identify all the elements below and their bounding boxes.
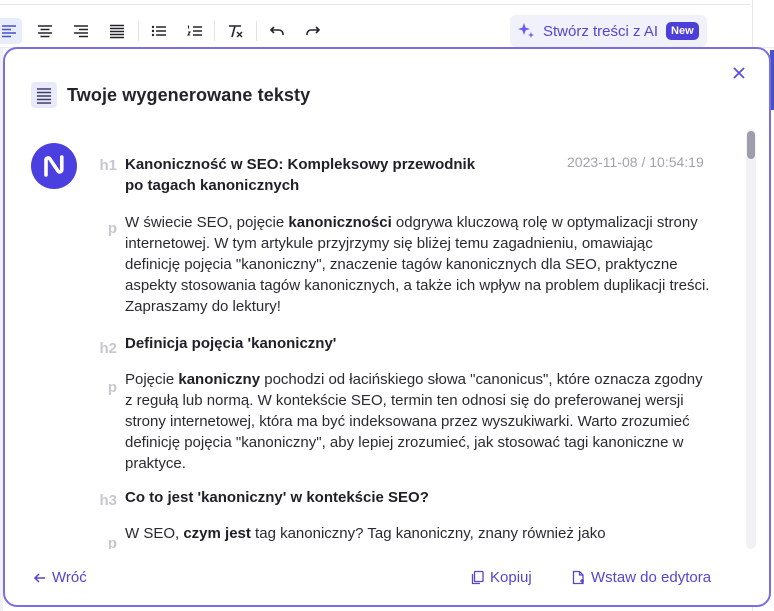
align-left-icon[interactable]: [0, 18, 22, 44]
block-tag-p: p: [107, 379, 117, 396]
copy-label: Kopiuj: [490, 569, 532, 586]
text-document-icon: [31, 82, 57, 108]
modal-title: Twoje wygenerowane teksty: [67, 84, 311, 105]
paragraph-bold: czym jest: [183, 525, 251, 542]
heading-h1-line: Kanoniczność w SEO: Kompleksowy przewodn…: [125, 156, 476, 173]
align-right-icon[interactable]: [68, 18, 94, 44]
heading-h1-line: po tagach kanonicznych: [125, 177, 300, 194]
back-button[interactable]: Wróć: [33, 569, 87, 586]
numbered-list-icon[interactable]: [182, 18, 208, 44]
back-label: Wróć: [52, 569, 87, 586]
paragraph-text: W SEO,: [125, 525, 184, 542]
heading-h3: Co to jest 'kanoniczny' w kontekście SEO…: [125, 489, 429, 506]
toolbar-divider: [0, 4, 750, 5]
arrow-left-icon: [33, 571, 47, 585]
redo-icon[interactable]: [300, 18, 326, 44]
align-justify-icon[interactable]: [104, 18, 130, 44]
toolbar-separator: [138, 21, 139, 41]
paragraph-bold: kanoniczny: [178, 371, 261, 388]
paragraph: W świecie SEO, pojęcie kanoniczności odg…: [125, 212, 710, 317]
bullet-list-icon[interactable]: [146, 18, 172, 44]
block-tag-h2: h2: [99, 340, 117, 357]
scrollbar-thumb[interactable]: [747, 131, 755, 159]
block-tag-p: p: [107, 220, 117, 237]
toolbar-separator: [256, 21, 257, 41]
scrollbar-track[interactable]: [746, 129, 756, 549]
undo-icon[interactable]: [264, 18, 290, 44]
insert-label: Wstaw do edytora: [591, 569, 712, 586]
copy-icon: [470, 570, 485, 585]
heading-h2: Definicja pojęcia 'kanoniczny': [125, 335, 337, 352]
heading-h1: Kanoniczność w SEO: Kompleksowy przewodn…: [125, 154, 710, 196]
paragraph-text: W świecie SEO, pojęcie: [125, 214, 289, 231]
insert-to-editor-button[interactable]: Wstaw do edytora: [571, 569, 711, 586]
block-tag-h1: h1: [99, 157, 117, 174]
insert-document-icon: [571, 570, 586, 585]
paragraph-text: tag kanoniczny? Tag kanoniczny, znany ró…: [250, 525, 606, 542]
editor-toolbar: Stwórz treści z AI New: [0, 0, 774, 48]
toolbar-separator: [214, 21, 215, 41]
paragraph-bold: kanoniczności: [288, 214, 392, 231]
generated-content: 2023-11-08 / 10:54:19 h1 Kanoniczność w …: [5, 137, 745, 549]
align-center-icon[interactable]: [32, 18, 58, 44]
paragraph: Pojęcie kanoniczny pochodzi od łacińskie…: [125, 369, 710, 474]
paragraph: W SEO, czym jest tag kanoniczny? Tag kan…: [125, 523, 710, 544]
avatar: [31, 143, 77, 189]
new-badge: New: [666, 22, 699, 40]
close-icon[interactable]: [731, 65, 747, 81]
create-ai-content-button[interactable]: Stwórz treści z AI New: [510, 15, 707, 47]
block-tag-p: p: [107, 535, 117, 549]
ai-button-label: Stwórz treści z AI: [543, 22, 659, 40]
block-tag-h3: h3: [99, 492, 117, 509]
copy-button[interactable]: Kopiuj: [470, 569, 532, 586]
paragraph-text: Pojęcie: [125, 371, 179, 388]
modal-header: Twoje wygenerowane teksty: [31, 82, 310, 108]
generated-texts-modal: Twoje wygenerowane teksty 2023-11-08 / 1…: [3, 47, 771, 607]
clear-format-icon[interactable]: [222, 18, 248, 44]
sparkle-icon: [516, 21, 536, 41]
